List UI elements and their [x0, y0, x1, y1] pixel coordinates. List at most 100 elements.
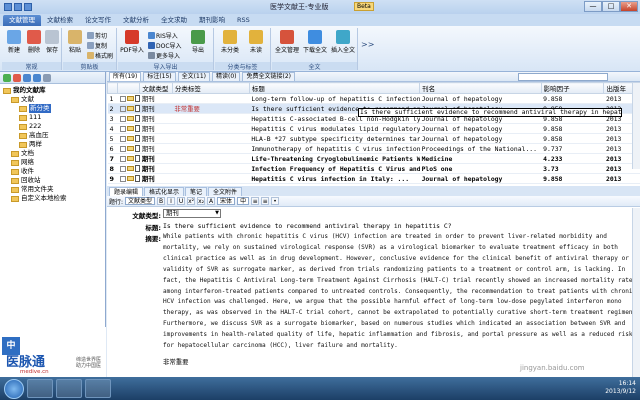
- table-row[interactable]: 1 期刊 Long-term follow-up of hepatitis C in…: [107, 93, 640, 104]
- tree-node[interactable]: 新分类: [3, 104, 102, 113]
- export-button[interactable]: 导出: [188, 30, 208, 54]
- italic-icon[interactable]: I: [167, 197, 176, 205]
- tag-field[interactable]: 非常重要: [163, 357, 189, 366]
- subscript-icon[interactable]: x₂: [197, 197, 206, 205]
- maximize-button[interactable]: □: [602, 1, 620, 12]
- abstract-field[interactable]: While patients with chronic hepatitis C …: [163, 232, 640, 352]
- add-folder-icon[interactable]: [3, 73, 11, 82]
- table-row[interactable]: 9 期刊 Hepatitis C virus infection in Italy:…: [107, 173, 640, 184]
- font-select[interactable]: 宋体: [217, 197, 236, 205]
- checkbox-icon[interactable]: [119, 175, 126, 182]
- cut-button[interactable]: 剪切: [87, 31, 107, 40]
- fulltext-manage-button[interactable]: 全文管理: [274, 30, 300, 54]
- tree-node[interactable]: 网络: [3, 158, 102, 167]
- taskbar-explorer[interactable]: [27, 379, 53, 398]
- column-header[interactable]: 标题: [248, 82, 421, 94]
- tab-literature-management[interactable]: 文献管理: [3, 15, 41, 26]
- copy-button[interactable]: 复制: [87, 41, 107, 50]
- table-row[interactable]: 6 期刊 Immunotherapy of hepatitis C virus in…: [107, 143, 640, 154]
- column-header[interactable]: 分类标签: [171, 82, 250, 94]
- move-up-icon[interactable]: [23, 73, 31, 82]
- checkbox-icon[interactable]: [119, 145, 126, 152]
- font-color-icon[interactable]: A: [207, 197, 216, 205]
- minimize-button[interactable]: —: [584, 1, 602, 12]
- ris-import-button[interactable]: RIS导入: [148, 31, 178, 40]
- remove-folder-icon[interactable]: [13, 73, 21, 82]
- list-icon[interactable]: •: [271, 197, 280, 205]
- filter-marked[interactable]: 标注(15): [143, 72, 176, 81]
- tree-node[interactable]: 111: [3, 113, 102, 122]
- quick-save-icon[interactable]: [14, 3, 22, 11]
- move-down-icon[interactable]: [33, 73, 41, 82]
- form-scrollbar[interactable]: [632, 208, 640, 377]
- table-row[interactable]: 7 期刊 Life-Threatening Cryoglobulinemic Pat…: [107, 153, 640, 164]
- tab-fulltext-attachment[interactable]: 全文附件: [208, 187, 243, 196]
- tab-formatted-view[interactable]: 格式化显示: [144, 187, 185, 196]
- superscript-icon[interactable]: x²: [187, 197, 196, 205]
- tree-settings-icon[interactable]: [43, 73, 51, 82]
- quick-undo-icon[interactable]: [24, 3, 32, 11]
- underline-icon[interactable]: U: [177, 197, 186, 205]
- tab-fulltext-request[interactable]: 全文求助: [155, 15, 193, 26]
- start-button[interactable]: [4, 378, 24, 399]
- filter-free-fulltext[interactable]: 免费全文链接(2): [242, 72, 295, 81]
- doc-import-button[interactable]: DOC导入: [148, 41, 182, 50]
- table-scrollbar[interactable]: [632, 83, 640, 169]
- taskbar-app[interactable]: [85, 379, 111, 398]
- filter-fulltext[interactable]: 全文(11): [177, 72, 210, 81]
- checkbox-icon[interactable]: [119, 95, 126, 102]
- checkbox-icon[interactable]: [119, 115, 126, 122]
- tree-node[interactable]: 文献: [3, 95, 102, 104]
- column-header[interactable]: [117, 82, 141, 94]
- style-select[interactable]: 文献类型: [125, 197, 156, 205]
- download-fulltext-button[interactable]: 下载全文: [302, 30, 328, 54]
- checkbox-icon[interactable]: [119, 125, 126, 132]
- save-button[interactable]: 保存: [42, 30, 62, 54]
- title-cell-editor[interactable]: Is there sufficient evidence to recommen…: [358, 108, 622, 117]
- close-button[interactable]: ✕: [620, 1, 638, 12]
- checkbox-icon[interactable]: [119, 135, 126, 142]
- checkbox-icon[interactable]: [119, 155, 126, 162]
- app-menu-icon[interactable]: [4, 3, 12, 11]
- filter-intensive[interactable]: 精读(0): [211, 72, 241, 81]
- column-header[interactable]: 文献类型: [139, 82, 173, 94]
- new-button[interactable]: 新建: [4, 30, 24, 54]
- tab-literature-search[interactable]: 文献检索: [41, 15, 79, 26]
- tree-node[interactable]: 文档: [3, 149, 102, 158]
- align-center-icon[interactable]: ≡: [261, 197, 270, 205]
- search-input[interactable]: [518, 73, 608, 81]
- table-row[interactable]: 8 期刊 Infection Frequency of Hepatitis C Vi…: [107, 163, 640, 174]
- tree-node[interactable]: 我的文献库: [3, 86, 102, 95]
- tree-node[interactable]: 两样: [3, 140, 102, 149]
- tab-record-edit[interactable]: 题录编辑: [109, 187, 144, 196]
- delete-button[interactable]: 删除: [24, 30, 44, 54]
- align-left-icon[interactable]: ≡: [251, 197, 260, 205]
- column-header[interactable]: [106, 82, 119, 94]
- tab-journal-impact[interactable]: 期刊影响: [193, 15, 231, 26]
- table-row[interactable]: 4 期刊 Hepatitis C virus modulates lipid reg…: [107, 123, 640, 134]
- tree-node[interactable]: 收件: [3, 167, 102, 176]
- paste-button[interactable]: 粘贴: [65, 30, 85, 54]
- checkbox-icon[interactable]: [119, 105, 126, 112]
- unread-button[interactable]: 未读: [245, 30, 267, 54]
- ribbon-more-button[interactable]: >>: [361, 40, 374, 49]
- column-header[interactable]: 刊名: [419, 82, 542, 94]
- insert-fulltext-button[interactable]: 插入全文: [330, 30, 356, 54]
- filter-all[interactable]: 所有(19): [109, 72, 142, 81]
- tab-rss[interactable]: RSS: [231, 15, 256, 26]
- size-select[interactable]: 中: [237, 197, 250, 205]
- tree-node[interactable]: 常用文件夹: [3, 185, 102, 194]
- tab-notes[interactable]: 笔记: [185, 187, 208, 196]
- tab-paper-writing[interactable]: 论文写作: [79, 15, 117, 26]
- more-import-button[interactable]: 更多导入: [148, 51, 180, 60]
- tree-node[interactable]: 回收站: [3, 176, 102, 185]
- taskbar-browser[interactable]: [56, 379, 82, 398]
- type-select[interactable]: 期刊 ▼: [163, 209, 221, 218]
- unclassified-button[interactable]: 未分类: [218, 30, 242, 54]
- tree-node[interactable]: 自定义本地检索: [3, 194, 102, 203]
- tree-node[interactable]: 222: [3, 122, 102, 131]
- format-brush-button[interactable]: 格式刷: [87, 51, 113, 60]
- checkbox-icon[interactable]: [119, 165, 126, 172]
- pdf-import-button[interactable]: PDF导入: [120, 30, 144, 54]
- title-field[interactable]: Is there sufficient evidence to recommen…: [163, 222, 452, 230]
